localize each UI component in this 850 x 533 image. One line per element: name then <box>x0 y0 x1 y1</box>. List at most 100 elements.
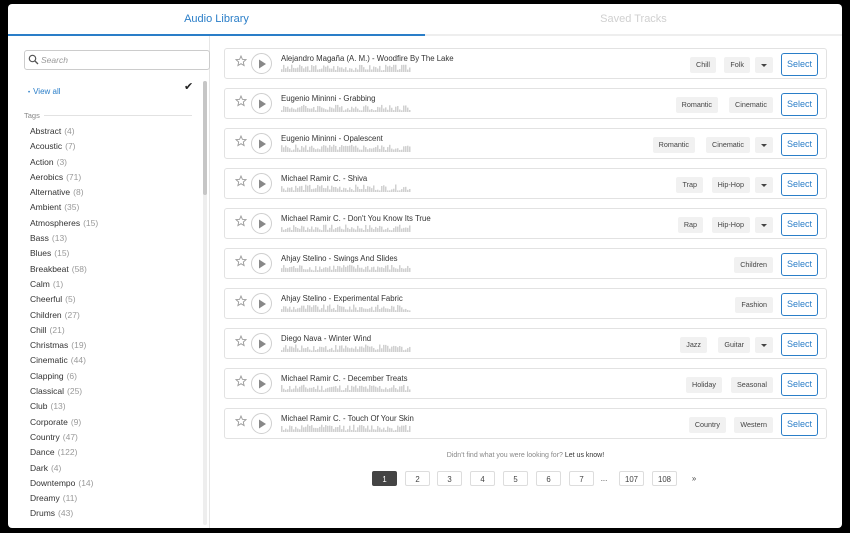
genre-tag-chip[interactable]: Guitar <box>718 337 750 353</box>
tag-filter-item[interactable]: Calm (1) <box>30 277 198 292</box>
waveform[interactable] <box>281 144 411 152</box>
tag-filter-item[interactable]: Blues (15) <box>30 246 198 261</box>
tab-audio-library[interactable]: Audio Library <box>8 4 425 36</box>
play-button[interactable] <box>251 253 272 274</box>
tag-filter-item[interactable]: Cinematic (44) <box>30 353 198 368</box>
search-input[interactable] <box>41 53 201 67</box>
genre-tag-chip[interactable]: Fashion <box>735 297 773 313</box>
tag-filter-item[interactable]: Dance (122) <box>30 445 198 460</box>
play-button[interactable] <box>251 133 272 154</box>
tag-filter-item[interactable]: Bass (13) <box>30 231 198 246</box>
genre-tag-chip[interactable]: Cinematic <box>706 137 750 153</box>
favorite-star-icon[interactable] <box>235 375 247 387</box>
tag-filter-item[interactable]: Country (47) <box>30 430 198 445</box>
page-button[interactable]: 5 <box>503 471 528 486</box>
waveform[interactable] <box>281 384 411 392</box>
waveform[interactable] <box>281 104 411 112</box>
genre-tag-chip[interactable]: Romantic <box>652 137 695 153</box>
let-us-know-link[interactable]: Let us know! <box>565 452 604 459</box>
waveform[interactable] <box>281 264 411 272</box>
select-button[interactable]: Select <box>781 373 818 396</box>
page-button[interactable]: 107 <box>619 471 644 486</box>
waveform[interactable] <box>281 424 411 432</box>
page-button[interactable]: 4 <box>470 471 495 486</box>
genre-tag-chip[interactable]: Hip-Hop <box>711 177 750 193</box>
favorite-star-icon[interactable] <box>235 95 247 107</box>
genre-tag-chip[interactable]: Romantic <box>675 97 718 113</box>
scrollbar-thumb[interactable] <box>203 81 207 195</box>
play-button[interactable] <box>251 173 272 194</box>
favorite-star-icon[interactable] <box>235 215 247 227</box>
play-button[interactable] <box>251 413 272 434</box>
genre-tag-chip[interactable]: Rap <box>677 217 703 233</box>
more-tags-dropdown[interactable] <box>755 337 773 353</box>
waveform[interactable] <box>281 184 411 192</box>
genre-tag-chip[interactable]: Seasonal <box>731 377 773 393</box>
tag-filter-item[interactable]: Abstract (4) <box>30 124 198 139</box>
search-box[interactable] <box>24 50 210 70</box>
select-button[interactable]: Select <box>781 253 818 276</box>
genre-tag-chip[interactable]: Country <box>688 417 726 433</box>
select-button[interactable]: Select <box>781 173 818 196</box>
favorite-star-icon[interactable] <box>235 335 247 347</box>
favorite-star-icon[interactable] <box>235 135 247 147</box>
play-button[interactable] <box>251 373 272 394</box>
tag-filter-item[interactable]: Dreamy (11) <box>30 491 198 506</box>
page-button[interactable]: 6 <box>536 471 561 486</box>
genre-tag-chip[interactable]: Hip-Hop <box>711 217 750 233</box>
select-button[interactable]: Select <box>781 213 818 236</box>
play-button[interactable] <box>251 293 272 314</box>
tag-filter-item[interactable]: Drums (43) <box>30 506 198 521</box>
page-button[interactable]: 2 <box>405 471 430 486</box>
tag-filter-item[interactable]: Atmospheres (15) <box>30 216 198 231</box>
tag-filter-item[interactable]: Action (3) <box>30 155 198 170</box>
play-button[interactable] <box>251 333 272 354</box>
tab-saved-tracks[interactable]: Saved Tracks <box>425 4 842 36</box>
tag-filter-item[interactable]: Classical (25) <box>30 384 198 399</box>
page-button[interactable]: 108 <box>652 471 677 486</box>
more-tags-dropdown[interactable] <box>755 217 773 233</box>
more-tags-dropdown[interactable] <box>755 177 773 193</box>
page-button[interactable]: 1 <box>372 471 397 486</box>
tag-filter-item[interactable]: Cheerful (5) <box>30 292 198 307</box>
next-page-button[interactable]: » <box>688 471 700 486</box>
favorite-star-icon[interactable] <box>235 175 247 187</box>
tag-filter-item[interactable]: Breakbeat (58) <box>30 262 198 277</box>
genre-tag-chip[interactable]: Jazz <box>680 337 707 353</box>
tag-filter-item[interactable]: Club (13) <box>30 399 198 414</box>
waveform[interactable] <box>281 304 411 312</box>
select-button[interactable]: Select <box>781 333 818 356</box>
tag-filter-item[interactable]: Chill (21) <box>30 323 198 338</box>
tag-filter-item[interactable]: Alternative (8) <box>30 185 198 200</box>
favorite-star-icon[interactable] <box>235 415 247 427</box>
genre-tag-chip[interactable]: Children <box>734 257 773 273</box>
play-button[interactable] <box>251 213 272 234</box>
page-button[interactable]: 3 <box>437 471 462 486</box>
tag-filter-item[interactable]: Aerobics (71) <box>30 170 198 185</box>
select-button[interactable]: Select <box>781 53 818 76</box>
play-button[interactable] <box>251 53 272 74</box>
tag-filter-item[interactable]: Corporate (9) <box>30 415 198 430</box>
tag-filter-item[interactable]: Christmas (19) <box>30 338 198 353</box>
view-all-link[interactable]: • View all <box>28 87 61 96</box>
genre-tag-chip[interactable]: Cinematic <box>729 97 773 113</box>
genre-tag-chip[interactable]: Western <box>734 417 773 433</box>
tag-filter-item[interactable]: Children (27) <box>30 308 198 323</box>
genre-tag-chip[interactable]: Chill <box>690 57 716 73</box>
select-button[interactable]: Select <box>781 133 818 156</box>
waveform[interactable] <box>281 64 411 72</box>
genre-tag-chip[interactable]: Folk <box>724 57 750 73</box>
more-tags-dropdown[interactable] <box>755 57 773 73</box>
play-button[interactable] <box>251 93 272 114</box>
page-button[interactable]: 7 <box>569 471 594 486</box>
tag-filter-item[interactable]: Dark (4) <box>30 461 198 476</box>
select-button[interactable]: Select <box>781 293 818 316</box>
more-tags-dropdown[interactable] <box>755 137 773 153</box>
tag-filter-item[interactable]: Acoustic (7) <box>30 139 198 154</box>
tag-filter-item[interactable]: Clapping (6) <box>30 369 198 384</box>
select-button[interactable]: Select <box>781 93 818 116</box>
select-button[interactable]: Select <box>781 413 818 436</box>
waveform[interactable] <box>281 224 411 232</box>
tag-filter-item[interactable]: Downtempo (14) <box>30 476 198 491</box>
favorite-star-icon[interactable] <box>235 255 247 267</box>
